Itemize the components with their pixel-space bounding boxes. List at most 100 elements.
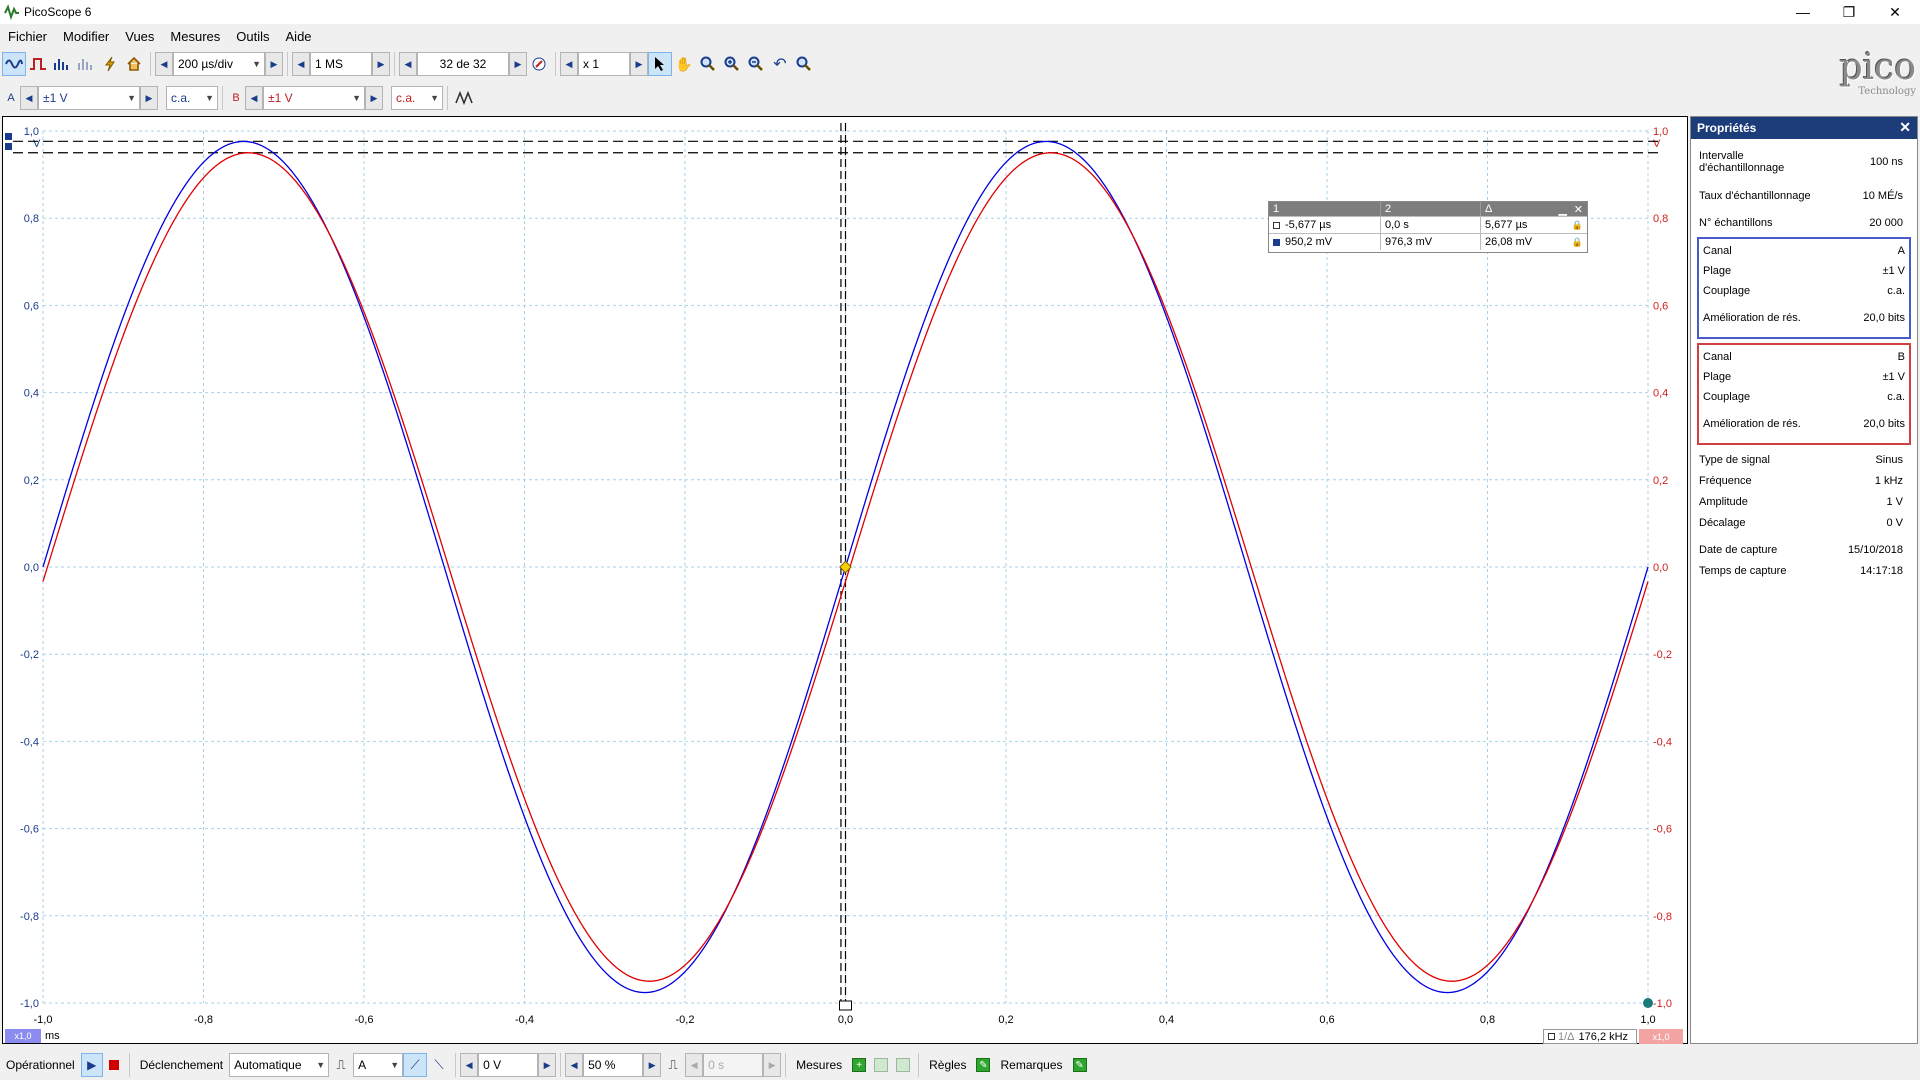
chevron-down-icon: ▼: [205, 93, 214, 103]
falling-edge-button[interactable]: ⟍: [427, 1053, 451, 1077]
zoom-area-button[interactable]: [696, 52, 720, 76]
rules-button[interactable]: ✎: [976, 1058, 991, 1072]
y-tick-label-left: 0,4: [24, 388, 39, 400]
channel-b-range-select[interactable]: ±1 V ▼: [263, 86, 365, 110]
menu-modifier[interactable]: Modifier: [55, 29, 117, 44]
trigger-pos-input[interactable]: 50 %: [583, 1053, 644, 1077]
pointer-tool-button[interactable]: [648, 52, 672, 76]
toolbar-separator: [394, 52, 395, 76]
channel-a-range-prev[interactable]: ◀: [20, 86, 38, 110]
minimize-button[interactable]: —: [1780, 0, 1826, 24]
trigger-channel-select[interactable]: A ▼: [353, 1053, 404, 1077]
add-measure-button[interactable]: +: [852, 1058, 867, 1072]
buffer-navigator[interactable]: 32 de 32: [417, 52, 509, 76]
menu-outils[interactable]: Outils: [228, 29, 277, 44]
zoom-prev-button[interactable]: ◀: [560, 52, 578, 76]
y-tick-label-right: 0,6: [1653, 300, 1668, 312]
scope-graph[interactable]: 1,0 0,8 0,6 0,4 0,2 0,0 -0,2 -0,4 -0,6 -0,8 -1,0 1,…: [2, 116, 1688, 1044]
delete-measure-button[interactable]: [896, 1058, 911, 1072]
menu-mesures[interactable]: Mesures: [162, 29, 228, 44]
persistence-mode-button[interactable]: [26, 52, 50, 76]
time-ruler-handle: [839, 1000, 852, 1011]
channel-b-coupling-select[interactable]: c.a. ▼: [391, 86, 443, 110]
menu-fichier[interactable]: Fichier: [0, 29, 55, 44]
zoom-select[interactable]: x 1: [578, 52, 630, 76]
zoom-out-button[interactable]: [744, 52, 768, 76]
run-button[interactable]: ▶: [80, 1053, 103, 1077]
chevron-down-icon: ▼: [127, 93, 136, 103]
pre-trigger-button[interactable]: ⎍: [661, 1053, 685, 1077]
x-scale-badge[interactable]: x1,0: [5, 1029, 41, 1043]
channel-b-range-value: ±1 V: [268, 91, 293, 105]
timebase-value: 200 µs/div: [178, 57, 233, 71]
close-icon[interactable]: ✕: [1574, 203, 1583, 216]
trigger-level-prev[interactable]: ◀: [460, 1053, 479, 1077]
stop-button[interactable]: [103, 1053, 125, 1077]
spectrum-grey-icon: [78, 59, 92, 70]
lock-icon[interactable]: 🔒: [1572, 237, 1583, 248]
buffer-next-button[interactable]: ▶: [509, 52, 527, 76]
measurement-row: 950,2 mV 976,3 mV 26,08 mV 🔒: [1269, 233, 1587, 250]
rules-label: Règles: [929, 1058, 967, 1072]
edit-measure-button[interactable]: [874, 1058, 889, 1072]
meas-cell: 5,677 µs 🔒: [1481, 217, 1587, 233]
spectrum-alt-button[interactable]: [74, 52, 98, 76]
lock-icon[interactable]: 🔒: [1572, 220, 1583, 231]
zoom-in-button[interactable]: [720, 52, 744, 76]
prop-value: c.a.: [1887, 285, 1905, 297]
menu-vues[interactable]: Vues: [117, 29, 162, 44]
spectrum-mode-button[interactable]: [50, 52, 74, 76]
samples-select[interactable]: 1 MS: [310, 52, 372, 76]
trigger-pos-prev[interactable]: ◀: [565, 1053, 584, 1077]
buffer-overview-button[interactable]: [527, 52, 551, 76]
trigger-level-next[interactable]: ▶: [538, 1053, 557, 1077]
rising-edge-button[interactable]: ⟋: [403, 1053, 428, 1077]
chevron-down-icon: ▼: [390, 1060, 400, 1070]
channel-b-range-next[interactable]: ▶: [365, 86, 383, 110]
advanced-trigger-button[interactable]: ⎍: [329, 1053, 353, 1077]
y-tick-label-right: 1,0: [1653, 126, 1668, 138]
measurement-table[interactable]: 1 2 Δ ▁ ✕ -5,677 µs 0,0 s 5,677 µs 🔒 950,2 …: [1268, 201, 1588, 253]
undo-zoom-button[interactable]: ↶: [768, 52, 792, 76]
channel-a-range-next[interactable]: ▶: [140, 86, 158, 110]
stop-icon: [108, 1060, 119, 1070]
timebase-select[interactable]: 200 µs/div ▼: [173, 52, 265, 76]
auto-setup-button[interactable]: [98, 52, 122, 76]
trigger-level-input[interactable]: 0 V: [478, 1053, 539, 1077]
channel-a-coupling-select[interactable]: c.a. ▼: [166, 86, 218, 110]
freq-value: 176,2 kHz: [1578, 1030, 1629, 1043]
close-window-button[interactable]: ✕: [1872, 0, 1918, 24]
hand-tool-button[interactable]: ✋: [672, 52, 696, 76]
channel-a-options-button[interactable]: A: [2, 86, 20, 110]
notes-button[interactable]: ✎: [1072, 1058, 1087, 1072]
operational-label: Opérationnel: [6, 1058, 75, 1072]
meas-col-2: 2: [1381, 202, 1481, 216]
timebase-next-button[interactable]: ▶: [265, 52, 283, 76]
menu-aide[interactable]: Aide: [278, 29, 320, 44]
scope-mode-button[interactable]: [2, 52, 26, 76]
channel-a-range-select[interactable]: ±1 V ▼: [38, 86, 140, 110]
home-button[interactable]: [122, 52, 146, 76]
delay-next[interactable]: ▶: [763, 1053, 782, 1077]
trigger-pos-next[interactable]: ▶: [643, 1053, 662, 1077]
close-icon[interactable]: ✕: [1899, 119, 1911, 136]
y-tick-label-right: -0,6: [1653, 824, 1672, 836]
delay-input[interactable]: 0 s: [703, 1053, 764, 1077]
buffer-prev-button[interactable]: ◀: [399, 52, 417, 76]
measurement-row: -5,677 µs 0,0 s 5,677 µs 🔒: [1269, 216, 1587, 233]
samples-next-button[interactable]: ▶: [372, 52, 390, 76]
maximize-button[interactable]: ❐: [1826, 0, 1872, 24]
trigger-mode-select[interactable]: Automatique ▼: [229, 1053, 330, 1077]
timebase-prev-button[interactable]: ◀: [155, 52, 173, 76]
minimize-icon[interactable]: ▁: [1559, 203, 1567, 216]
samples-prev-button[interactable]: ◀: [292, 52, 310, 76]
math-channels-button[interactable]: [452, 86, 476, 110]
channel-b-scale-badge[interactable]: x1,0: [1639, 1029, 1683, 1044]
delay-prev[interactable]: ◀: [685, 1053, 704, 1077]
meas-cell: 0,0 s: [1381, 217, 1481, 233]
scope-plot[interactable]: 1,0 0,8 0,6 0,4 0,2 0,0 -0,2 -0,4 -0,6 -0,8 -1,0 1,…: [3, 117, 1689, 1045]
channel-b-range-prev[interactable]: ◀: [245, 86, 263, 110]
channel-b-options-button[interactable]: B: [227, 86, 245, 110]
zoom-overview-button[interactable]: [792, 52, 816, 76]
zoom-next-button[interactable]: ▶: [630, 52, 648, 76]
